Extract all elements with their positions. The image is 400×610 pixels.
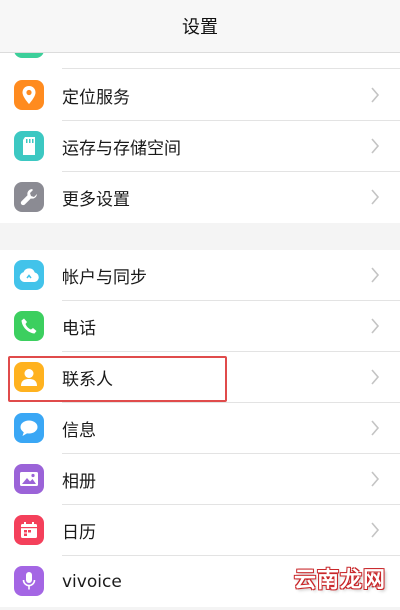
chevron-right-icon — [371, 318, 380, 334]
list-item-label: 帐户与同步 — [62, 268, 147, 288]
settings-group-apps: 帐户与同步 电话 联系人 信息 相册 日历 vivoice — [0, 250, 400, 607]
list-item-label: 运存与存储空间 — [62, 139, 181, 159]
list-item-messages[interactable]: 信息 — [0, 403, 400, 454]
list-item-label: 相册 — [62, 472, 96, 492]
list-item-phone[interactable]: 电话 — [0, 301, 400, 352]
sd-card-icon — [14, 131, 44, 161]
list-item-label: 电话 — [62, 319, 96, 339]
phone-icon — [14, 311, 44, 341]
chevron-right-icon — [371, 369, 380, 385]
chevron-right-icon — [371, 138, 380, 154]
location-pin-icon — [14, 80, 44, 110]
microphone-icon — [14, 566, 44, 596]
chevron-right-icon — [371, 267, 380, 283]
page-title: 设置 — [182, 17, 218, 38]
list-item-contacts[interactable]: 联系人 — [0, 352, 400, 403]
photo-album-icon — [14, 464, 44, 494]
watermark-logo: 云南龙网 — [293, 568, 386, 593]
chevron-right-icon — [371, 87, 380, 103]
chevron-right-icon — [371, 522, 380, 538]
nav-bar: 设置 — [0, 0, 400, 53]
list-item-label: 定位服务 — [62, 88, 130, 108]
settings-group-system: 定位服务 运存与存储空间 更多设置 — [0, 70, 400, 223]
list-item-label: 更多设置 — [62, 190, 130, 210]
wrench-icon — [14, 182, 44, 212]
list-item-calendar[interactable]: 日历 — [0, 505, 400, 556]
list-item-label: 信息 — [62, 421, 96, 441]
cloud-sync-icon — [14, 260, 44, 290]
list-item-album[interactable]: 相册 — [0, 454, 400, 505]
divider — [62, 68, 400, 69]
message-bubble-icon — [14, 413, 44, 443]
list-item-label: vivoice — [62, 571, 122, 592]
list-item-label: 日历 — [62, 523, 96, 543]
list-item-more-settings[interactable]: 更多设置 — [0, 172, 400, 223]
list-item-label: 联系人 — [62, 370, 113, 390]
list-item-location-service[interactable]: 定位服务 — [0, 70, 400, 121]
chevron-right-icon — [371, 420, 380, 436]
list-item-storage[interactable]: 运存与存储空间 — [0, 121, 400, 172]
list-item-accounts-sync[interactable]: 帐户与同步 — [0, 250, 400, 301]
chevron-right-icon — [371, 189, 380, 205]
calendar-icon — [14, 515, 44, 545]
chevron-right-icon — [371, 471, 380, 487]
contact-person-icon — [14, 362, 44, 392]
